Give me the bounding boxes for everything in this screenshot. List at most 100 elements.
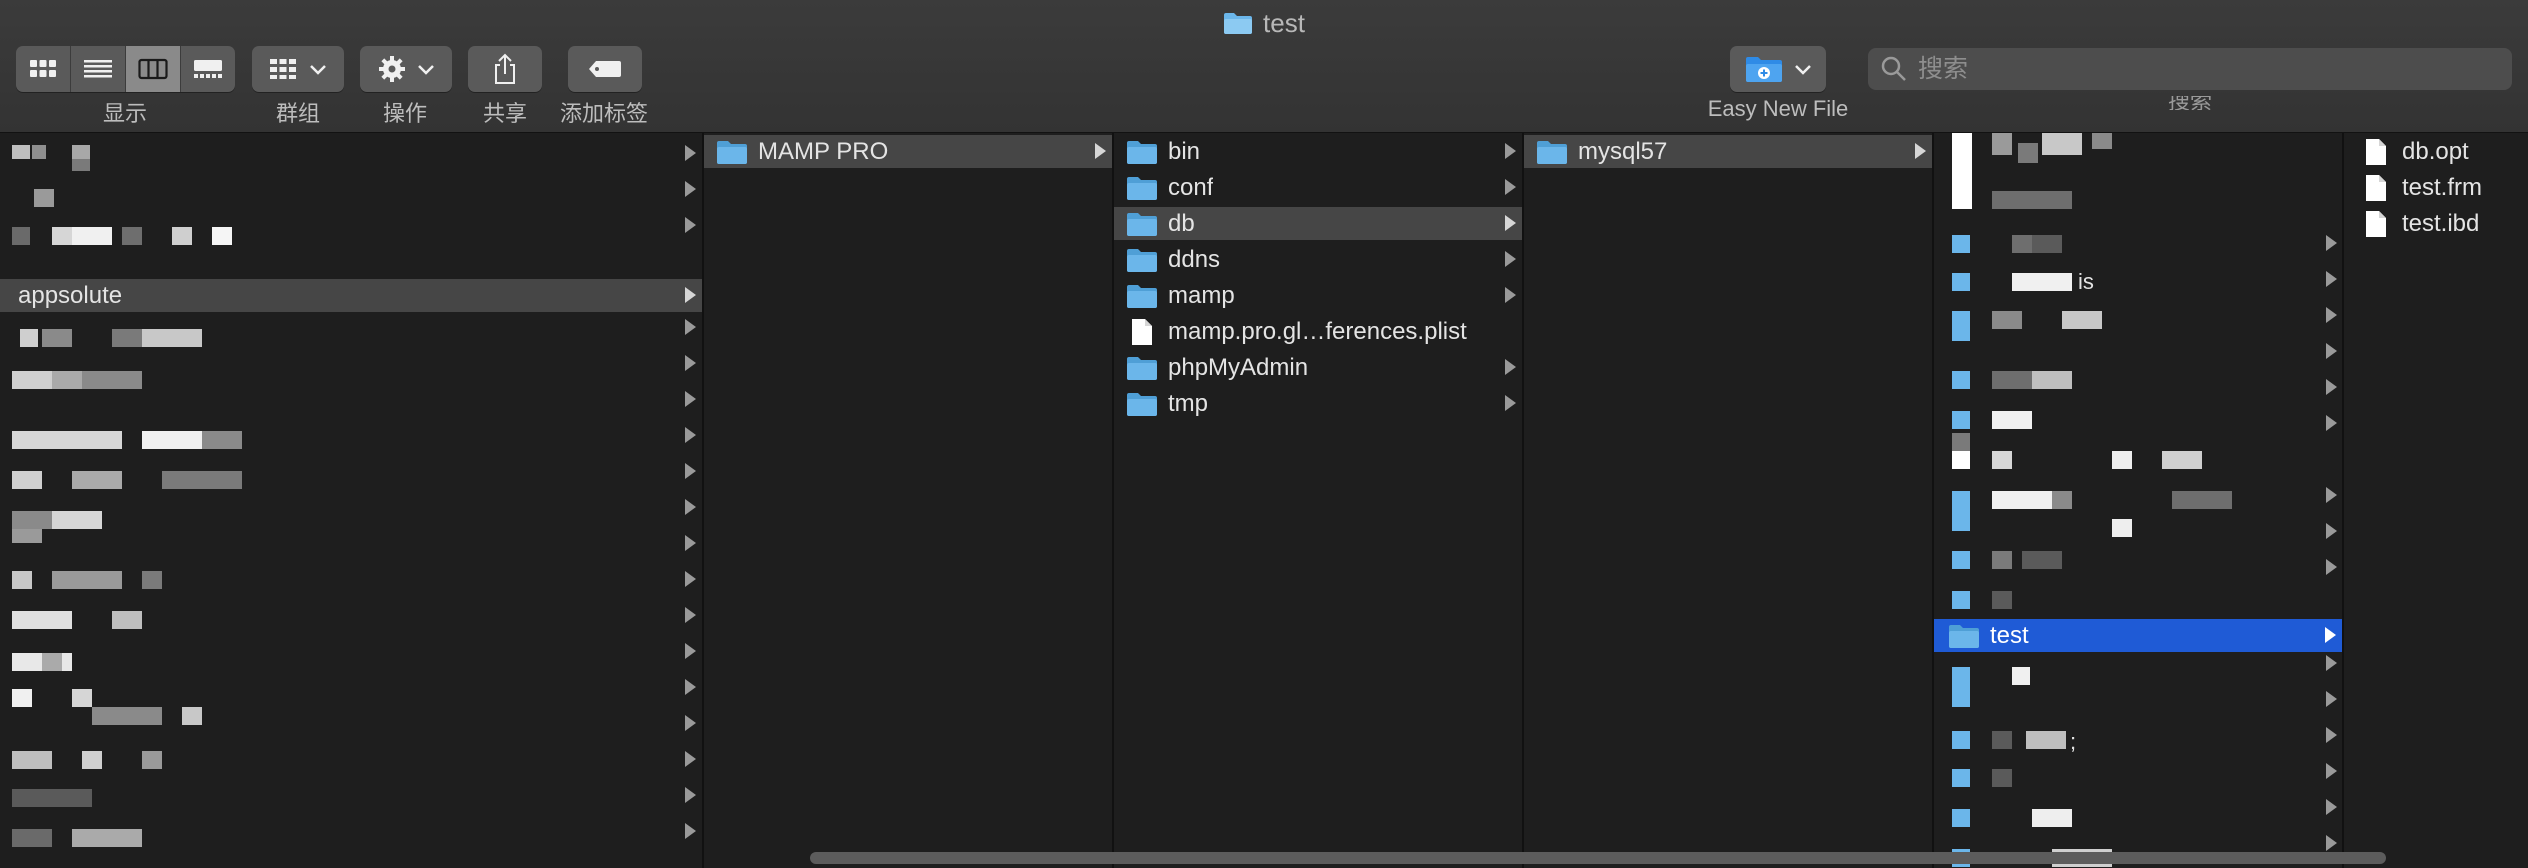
disclosure-arrow-icon: [685, 427, 696, 443]
partial-label: is: [2078, 269, 2094, 294]
disclosure-arrow-icon: [685, 679, 696, 695]
gear-icon: [379, 56, 405, 82]
column-row-conf[interactable]: conf: [1114, 171, 1522, 204]
disclosure-arrow-icon: [2326, 271, 2337, 287]
column-row-mamp-pro[interactable]: MAMP PRO: [704, 135, 1112, 168]
search-input[interactable]: [1916, 53, 2500, 85]
column-row-test-ibd[interactable]: test.ibd: [2344, 207, 2528, 240]
document-icon: [2360, 138, 2392, 165]
disclosure-arrow-icon: [685, 607, 696, 623]
columns-icon: [138, 58, 168, 80]
group-button[interactable]: [252, 46, 344, 92]
row-label: MAMP PRO: [758, 137, 889, 165]
row-label: conf: [1168, 173, 1214, 201]
row-label: test: [1990, 621, 2029, 649]
document-icon: [2360, 210, 2392, 237]
folder-icon: [716, 139, 748, 165]
folder-icon: [1126, 139, 1158, 165]
action-label: 操作: [382, 101, 428, 126]
disclosure-arrow-icon: [2326, 487, 2337, 503]
list-icon: [84, 60, 112, 78]
row-label: mamp: [1168, 281, 1235, 309]
disclosure-arrow-icon: [685, 535, 696, 551]
column-row-test[interactable]: test: [1934, 619, 2342, 652]
document-icon: [1126, 318, 1158, 345]
add-tags-label: 添加标签: [559, 101, 649, 126]
disclosure-arrow-icon: [685, 319, 696, 335]
disclosure-arrow-icon: [685, 287, 696, 303]
group-label: 群组: [275, 101, 321, 126]
folder-icon: [1536, 139, 1568, 165]
column-browser: appsolute MAMP PRO bin conf db ddns mamp…: [0, 133, 2528, 868]
disclosure-arrow-icon: [685, 787, 696, 803]
column-row-tmp[interactable]: tmp: [1114, 387, 1522, 420]
folder-icon: [1126, 355, 1158, 381]
disclosure-arrow-icon: [1505, 359, 1516, 375]
column-row-mysql57[interactable]: mysql57: [1524, 135, 1932, 168]
column-row-mamp[interactable]: mamp: [1114, 279, 1522, 312]
window-title: test: [0, 4, 2528, 45]
row-label: db.opt: [2402, 137, 2469, 165]
folder-icon: [1126, 283, 1158, 309]
disclosure-arrow-icon: [685, 823, 696, 839]
folder-icon: [1126, 247, 1158, 273]
action-button[interactable]: [360, 46, 452, 92]
disclosure-arrow-icon: [685, 181, 696, 197]
add-tags-button[interactable]: [568, 46, 642, 92]
disclosure-arrow-icon: [2326, 559, 2337, 575]
disclosure-arrow-icon: [2326, 379, 2337, 395]
folder-icon: [1126, 175, 1158, 201]
disclosure-arrow-icon: [685, 355, 696, 371]
gallery-view-button[interactable]: [181, 46, 235, 92]
row-label: ddns: [1168, 245, 1221, 273]
row-label: phpMyAdmin: [1168, 353, 1309, 381]
column-row-bin[interactable]: bin: [1114, 135, 1522, 168]
disclosure-arrow-icon: [2326, 835, 2337, 851]
disclosure-arrow-icon: [685, 571, 696, 587]
share-button[interactable]: [468, 46, 542, 92]
search-field[interactable]: [1868, 48, 2512, 90]
column-row-db-opt[interactable]: db.opt: [2344, 135, 2528, 168]
row-label: test.ibd: [2402, 209, 2480, 237]
row-label: tmp: [1168, 389, 1209, 417]
column-1: appsolute: [0, 133, 704, 868]
row-label: mysql57: [1578, 137, 1668, 165]
row-label: mamp.pro.gl…ferences.plist: [1168, 317, 1467, 345]
disclosure-arrow-icon: [685, 391, 696, 407]
column-row-test-frm[interactable]: test.frm: [2344, 171, 2528, 204]
horizontal-scrollbar[interactable]: [810, 852, 2386, 864]
column-row-db[interactable]: db: [1114, 207, 1522, 240]
row-label: db: [1168, 209, 1195, 237]
disclosure-arrow-icon: [1505, 179, 1516, 195]
folder-icon: [1126, 211, 1158, 237]
chevron-down-icon: [1795, 65, 1811, 75]
row-label: appsolute: [18, 281, 123, 309]
column-row-appsolute[interactable]: appsolute: [0, 279, 702, 312]
column-row-plist[interactable]: mamp.pro.gl…ferences.plist: [1114, 315, 1522, 348]
chevron-down-icon: [418, 65, 434, 75]
disclosure-arrow-icon: [685, 715, 696, 731]
column-5: is ; test: [1934, 133, 2344, 868]
column-6: db.opt test.frm test.ibd: [2344, 133, 2528, 868]
column-row-ddns[interactable]: ddns: [1114, 243, 1522, 276]
chevron-down-icon: [310, 65, 326, 75]
column-view-button[interactable]: [126, 46, 181, 92]
folder-icon: [1126, 391, 1158, 417]
view-switcher: [16, 46, 235, 92]
document-icon: [2360, 174, 2392, 201]
disclosure-arrow-icon: [2326, 763, 2337, 779]
disclosure-arrow-icon: [2325, 627, 2336, 643]
column-4: mysql57: [1524, 133, 1934, 868]
disclosure-arrow-icon: [2326, 799, 2337, 815]
column-row-phpmyadmin[interactable]: phpMyAdmin: [1114, 351, 1522, 384]
disclosure-arrow-icon: [685, 751, 696, 767]
window-title-text: test: [1263, 8, 1305, 38]
icon-view-button[interactable]: [16, 46, 71, 92]
easy-new-file-button[interactable]: [1730, 46, 1826, 92]
list-view-button[interactable]: [71, 46, 126, 92]
tag-icon: [589, 61, 621, 77]
disclosure-arrow-icon: [1505, 287, 1516, 303]
group-grid-icon: [270, 59, 296, 79]
disclosure-arrow-icon: [685, 145, 696, 161]
column-3: bin conf db ddns mamp mamp.pro.gl…ferenc…: [1114, 133, 1524, 868]
